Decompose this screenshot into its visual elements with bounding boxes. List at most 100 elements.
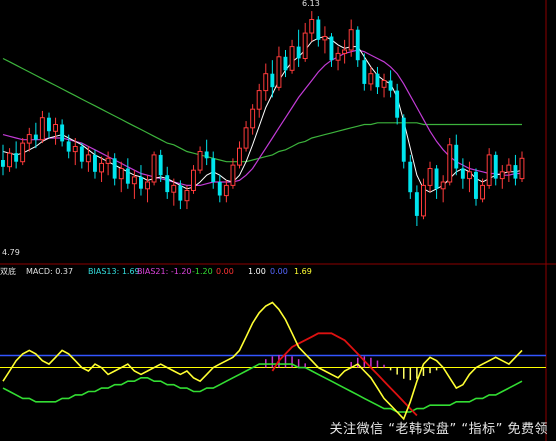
candle-body xyxy=(368,73,374,85)
candle-body xyxy=(139,176,143,189)
candle-body xyxy=(14,153,19,162)
candle-body xyxy=(355,29,360,61)
candle-body xyxy=(283,56,288,71)
candle-body xyxy=(85,154,91,163)
candle-body xyxy=(447,144,453,183)
high-price-label: 6.13 xyxy=(302,0,320,8)
candle-body xyxy=(151,154,157,183)
candle-body xyxy=(33,134,38,140)
candle-body xyxy=(72,146,78,153)
candle-body xyxy=(256,90,262,110)
candle-body xyxy=(243,127,249,149)
bias21-value-label: BIAS21: -1.20 xyxy=(137,267,192,276)
candle-body xyxy=(381,80,387,88)
candle-body xyxy=(460,168,465,179)
candle-body xyxy=(493,154,498,179)
candle-body xyxy=(474,171,478,199)
candle-body xyxy=(118,168,124,180)
candle-body xyxy=(131,176,137,185)
candle-body xyxy=(499,171,505,180)
indicator-name-label: 双底 xyxy=(0,267,16,276)
candle-body xyxy=(414,192,419,216)
chart-canvas xyxy=(0,0,556,441)
candle-body xyxy=(302,32,308,59)
candle-body xyxy=(60,124,65,142)
candle-body xyxy=(395,90,400,118)
candle-body xyxy=(211,158,216,182)
candle-body xyxy=(467,171,472,180)
candle-body xyxy=(99,162,104,173)
candle-body xyxy=(230,164,236,186)
candle-body xyxy=(427,168,433,186)
candle-body xyxy=(217,182,222,196)
candle-body xyxy=(434,168,439,189)
indicator-value-4: 0.00 xyxy=(270,267,288,276)
watermark-text: 关注微信 “老韩实盘” “指标” 免费领 xyxy=(329,422,548,437)
candle-body xyxy=(158,154,163,176)
candle-body xyxy=(375,73,380,88)
indicator-value-5: 1.69 xyxy=(294,267,312,276)
candle-body xyxy=(197,151,203,171)
candle-body xyxy=(93,154,97,172)
candle-body xyxy=(289,46,295,71)
candle-body xyxy=(223,184,229,197)
bias-slow-line xyxy=(2,363,523,413)
candle-body xyxy=(408,161,413,193)
candle-body xyxy=(480,184,486,200)
candle-body xyxy=(276,56,282,88)
ma-short-line xyxy=(2,35,523,193)
candle-body xyxy=(270,73,275,88)
bias-red-line xyxy=(271,332,418,417)
candle-body xyxy=(7,152,12,168)
indicator-value-2: 0.00 xyxy=(216,267,234,276)
candle-body xyxy=(513,165,518,179)
candle-body xyxy=(454,144,459,169)
candle-body xyxy=(486,154,492,186)
candle-body xyxy=(316,19,321,40)
candle-body xyxy=(165,175,170,193)
candle-body xyxy=(39,117,45,141)
candle-body xyxy=(178,185,183,201)
indicator-value-3: 1.00 xyxy=(248,267,266,276)
candle-body xyxy=(125,168,130,184)
candle-body xyxy=(309,19,315,34)
low-price-label: 4.79 xyxy=(2,248,20,257)
stock-chart: 6.13 4.79 双底 MACD: 0.37 BIAS13: 1.69 BIA… xyxy=(0,0,556,441)
candle-body xyxy=(191,169,196,191)
candle-body xyxy=(26,134,32,144)
candle-body xyxy=(47,117,51,132)
candle-body xyxy=(204,151,209,159)
candle-body xyxy=(342,49,348,54)
indicator-panel xyxy=(0,301,546,421)
candle-body xyxy=(250,108,256,129)
candle-body xyxy=(1,160,5,167)
candle-body xyxy=(79,146,84,162)
ma-long-line xyxy=(2,57,522,163)
candle-body xyxy=(362,60,367,84)
candle-body xyxy=(263,73,269,92)
candle-body xyxy=(66,141,71,152)
candle-body xyxy=(388,80,393,91)
candle-body xyxy=(440,181,446,190)
candle-body xyxy=(112,158,117,179)
candle-body xyxy=(401,117,406,162)
bias13-value-label: BIAS13: 1.69 xyxy=(88,267,140,276)
price-panel xyxy=(1,11,525,226)
candle-body xyxy=(53,124,58,132)
candle-body xyxy=(322,36,328,41)
indicator-value-1: -1.20 xyxy=(192,267,213,276)
candle-body xyxy=(335,52,341,61)
candle-body xyxy=(348,29,354,51)
bias-fast-line xyxy=(2,301,523,421)
macd-value-label: MACD: 0.37 xyxy=(26,267,74,276)
candle-body xyxy=(519,157,525,180)
candle-body xyxy=(184,190,190,202)
candle-body xyxy=(145,181,151,190)
candle-body xyxy=(237,147,242,166)
candle-body xyxy=(105,157,111,164)
candle-body xyxy=(20,142,26,163)
candle-body xyxy=(296,46,301,59)
candle-body xyxy=(171,184,177,193)
candle-body xyxy=(421,184,426,217)
candle-body xyxy=(329,36,334,61)
